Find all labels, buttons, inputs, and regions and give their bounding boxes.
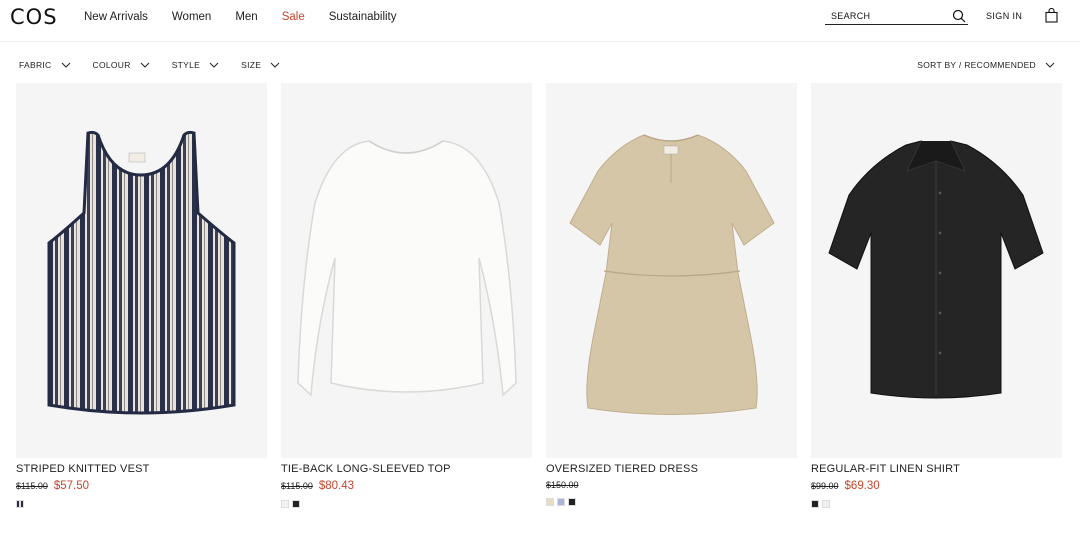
nav-men[interactable]: Men: [235, 10, 257, 24]
product-name[interactable]: REGULAR-FIT LINEN SHIRT: [811, 463, 1062, 476]
filter-label: COLOUR: [92, 60, 131, 70]
price-row: $115.00 $80.43: [281, 480, 532, 492]
product-image[interactable]: [546, 83, 797, 458]
shopping-bag-icon[interactable]: [1045, 8, 1058, 23]
colour-swatch[interactable]: [292, 500, 300, 508]
colour-swatch[interactable]: [811, 500, 819, 508]
filter-style[interactable]: STYLE: [172, 60, 219, 70]
price-row: $115.00 $57.50: [16, 480, 267, 492]
chevron-down-icon: [140, 62, 150, 68]
colour-swatches: [546, 498, 797, 506]
original-price: $115.00: [16, 481, 48, 491]
logo[interactable]: COS: [10, 5, 58, 29]
colour-swatch[interactable]: [16, 500, 24, 508]
product-card[interactable]: TIE-BACK LONG-SLEEVED TOP $115.00 $80.43: [281, 83, 532, 508]
sale-price: $69.30: [844, 480, 880, 492]
price-row: $99.00 $69.30: [811, 480, 1062, 492]
nav-women[interactable]: Women: [172, 10, 211, 24]
original-price: $150.00: [546, 480, 579, 490]
product-name[interactable]: STRIPED KNITTED VEST: [16, 463, 267, 476]
sort-label: SORT BY / RECOMMENDED: [917, 60, 1036, 70]
product-image[interactable]: [16, 83, 267, 458]
white-top-illustration: [297, 140, 517, 397]
product-image[interactable]: [281, 83, 532, 458]
tiered-dress-illustration: [569, 134, 775, 415]
product-card[interactable]: REGULAR-FIT LINEN SHIRT $99.00 $69.30: [811, 83, 1062, 508]
filter-label: STYLE: [171, 60, 201, 70]
filter-bar: FABRIC COLOUR STYLE SIZE: [19, 60, 302, 70]
sale-price: $80.43: [318, 480, 355, 492]
main-nav: New Arrivals Women Men Sale Sustainabili…: [84, 10, 421, 24]
chevron-down-icon: [61, 62, 70, 68]
sort-dropdown[interactable]: SORT BY / RECOMMENDED: [917, 60, 1055, 70]
colour-swatches: [281, 500, 532, 508]
filter-label: FABRIC: [19, 60, 52, 70]
price-row: $150.00: [546, 480, 797, 490]
product-card[interactable]: OVERSIZED TIERED DRESS $150.00: [546, 83, 797, 506]
product-card[interactable]: STRIPED KNITTED VEST $115.00 $57.50: [16, 83, 267, 508]
striped-vest-illustration: [47, 130, 236, 415]
sale-price: $57.50: [53, 480, 90, 492]
search-icon[interactable]: [952, 9, 966, 23]
colour-swatches: [811, 500, 1062, 508]
search-label: SEARCH: [831, 11, 871, 21]
sign-in-link[interactable]: SIGN IN: [986, 11, 1022, 21]
colour-swatch[interactable]: [546, 498, 554, 506]
chevron-down-icon: [1045, 62, 1055, 68]
product-name[interactable]: TIE-BACK LONG-SLEEVED TOP: [281, 463, 532, 476]
colour-swatches: [16, 500, 267, 508]
black-shirt-illustration: [828, 140, 1044, 399]
product-name[interactable]: OVERSIZED TIERED DRESS: [546, 463, 797, 476]
filter-size[interactable]: SIZE: [241, 60, 280, 70]
product-image[interactable]: [811, 83, 1062, 458]
nav-sustainability[interactable]: Sustainability: [329, 10, 397, 24]
colour-swatch[interactable]: [822, 500, 830, 508]
chevron-down-icon: [209, 62, 219, 68]
search-input[interactable]: SEARCH: [825, 9, 968, 25]
colour-swatch[interactable]: [568, 498, 576, 506]
colour-swatch[interactable]: [281, 500, 289, 508]
original-price: $115.00: [281, 481, 313, 491]
colour-swatch[interactable]: [557, 498, 565, 506]
original-price: $99.00: [811, 481, 839, 491]
filter-label: SIZE: [241, 60, 262, 70]
chevron-down-icon: [270, 62, 280, 68]
filter-fabric[interactable]: FABRIC: [19, 60, 71, 70]
filter-colour[interactable]: COLOUR: [93, 60, 150, 70]
site-header: COS New Arrivals Women Men Sale Sustaina…: [0, 0, 1080, 36]
nav-sale[interactable]: Sale: [282, 10, 305, 24]
nav-new-arrivals[interactable]: New Arrivals: [84, 10, 148, 24]
header-divider: [0, 41, 1080, 42]
